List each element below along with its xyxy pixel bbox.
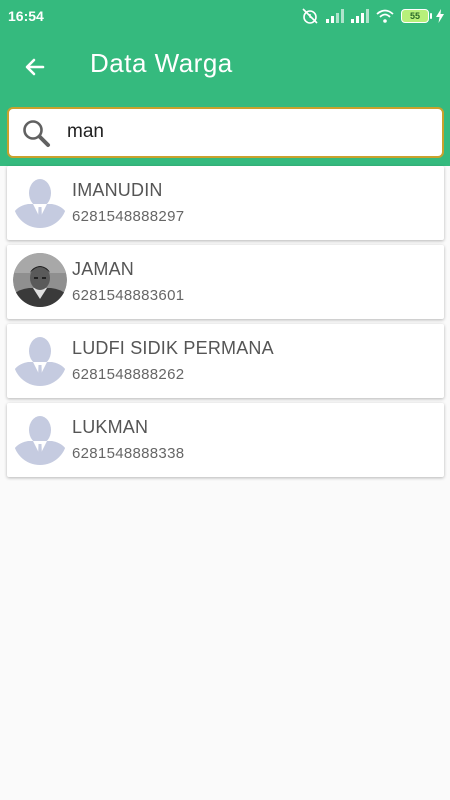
resident-phone: 6281548888338 xyxy=(72,445,185,462)
resident-card[interactable]: LUDFI SIDIK PERMANA 6281548888262 xyxy=(7,324,444,398)
person-photo xyxy=(13,253,67,307)
signal-icon xyxy=(326,9,344,23)
wifi-icon xyxy=(376,9,394,23)
resident-phone: 6281548883601 xyxy=(72,287,185,304)
resident-card[interactable]: JAMAN 6281548883601 xyxy=(7,245,444,319)
resident-card[interactable]: LUKMAN 6281548888338 xyxy=(7,403,444,477)
battery-icon: 55 xyxy=(401,9,432,23)
page-title: Data Warga xyxy=(90,48,233,78)
avatar xyxy=(13,332,67,386)
search-icon xyxy=(23,120,50,147)
search-bar[interactable] xyxy=(7,107,444,158)
person-silhouette-icon xyxy=(13,411,67,465)
status-bar: 16:54 55 xyxy=(0,0,450,32)
arrow-left-icon xyxy=(25,58,45,76)
resident-name: LUKMAN xyxy=(72,417,149,437)
resident-card[interactable]: IMANUDIN 6281548888297 xyxy=(7,166,444,240)
back-button[interactable] xyxy=(18,50,52,84)
resident-phone: 6281548888297 xyxy=(72,208,185,225)
search-input[interactable] xyxy=(67,118,427,146)
resident-name: IMANUDIN xyxy=(72,180,163,200)
avatar-photo xyxy=(13,253,67,307)
resident-name: JAMAN xyxy=(72,259,135,279)
resident-name: LUDFI SIDIK PERMANA xyxy=(72,338,274,358)
resident-phone: 6281548888262 xyxy=(72,366,185,383)
person-silhouette-icon xyxy=(13,174,67,228)
avatar xyxy=(13,174,67,228)
avatar xyxy=(13,411,67,465)
status-icons: 55 xyxy=(301,6,444,26)
alarm-off-icon xyxy=(302,8,318,24)
signal-icon xyxy=(351,9,369,23)
app-header: 16:54 55 Data Warga man xyxy=(0,0,450,166)
status-time: 16:54 xyxy=(8,8,44,24)
battery-level: 55 xyxy=(409,11,420,21)
person-silhouette-icon xyxy=(13,332,67,386)
charging-icon xyxy=(436,9,444,23)
